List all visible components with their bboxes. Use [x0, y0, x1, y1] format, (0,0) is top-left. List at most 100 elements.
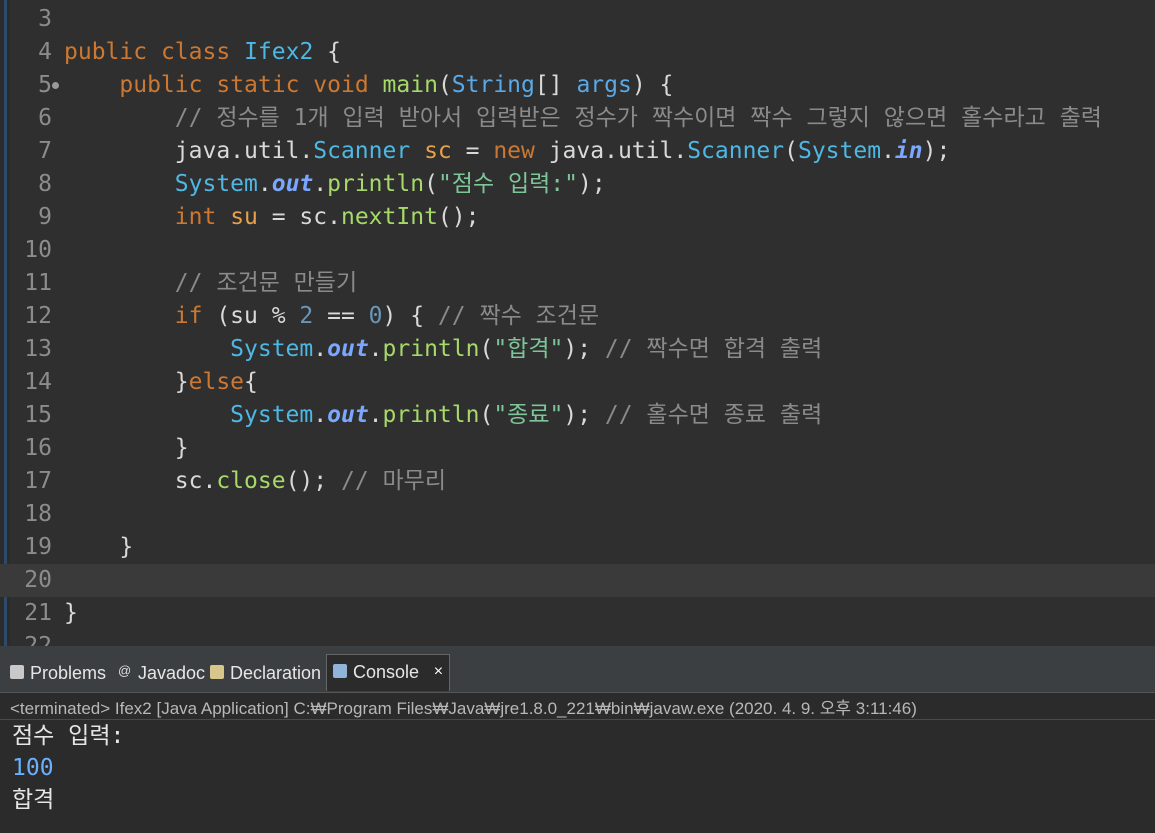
code-line-7[interactable]: 7 java.util.Scanner sc = new java.util.S…: [0, 135, 1155, 168]
method-name: println: [382, 402, 480, 428]
code-line-10[interactable]: 10: [0, 234, 1155, 267]
code-editor[interactable]: 3 public class Ifex2 { 4 5 public static…: [0, 0, 1155, 646]
paren: ();: [437, 204, 480, 230]
keyword: int: [174, 204, 217, 230]
paren: ) {: [631, 72, 674, 98]
comment: // 마무리: [340, 468, 446, 494]
line-number: 5: [38, 72, 52, 98]
brace: {: [244, 369, 258, 395]
keyword: void: [313, 72, 369, 98]
dot: .: [368, 336, 383, 362]
code-line-15[interactable]: 15 System.out.println("종료"); // 홀수면 종료 출…: [0, 399, 1155, 432]
method-name: println: [327, 171, 425, 197]
line-number: 19: [24, 534, 52, 560]
code-line-22[interactable]: 22: [0, 630, 1155, 646]
brackets: []: [534, 72, 577, 98]
comment: // 짝수면 합격 출력: [604, 336, 823, 362]
console-status: <terminated> Ifex2 [Java Application] C:…: [10, 699, 917, 718]
comment: // 홀수면 종료 출력: [604, 402, 823, 428]
javadoc-icon: @: [118, 663, 132, 678]
paren: (: [424, 171, 438, 197]
class-name: System: [230, 402, 314, 428]
tab-problems[interactable]: Problems: [4, 656, 114, 690]
line-number: 8: [38, 171, 52, 197]
code-line-5[interactable]: 5 public static void main(String[] args)…: [0, 69, 1155, 102]
tab-label: Console: [353, 662, 420, 682]
line-number: 21: [24, 600, 52, 626]
paren: );: [577, 171, 606, 197]
code-line-20-current[interactable]: 20: [0, 564, 1155, 597]
line-number: 18: [24, 501, 52, 527]
fold-marker-icon[interactable]: [52, 82, 59, 89]
static-field: out: [271, 171, 314, 197]
string-literal: "종료": [493, 402, 564, 428]
comment: // 조건문 만들기: [174, 270, 358, 296]
variable: su: [230, 204, 258, 230]
keyword: else: [188, 369, 245, 395]
dot: .: [881, 138, 895, 164]
code-line-19[interactable]: 19 }: [0, 531, 1155, 564]
method-name: nextInt: [340, 204, 438, 230]
code-line-3[interactable]: 3 public class Ifex2 {: [0, 3, 1155, 65]
code-line-13[interactable]: 13 System.out.println("합격"); // 짝수면 합격 출…: [0, 333, 1155, 366]
paren: (: [479, 336, 494, 362]
variable: sc.: [174, 468, 217, 494]
code-line-12[interactable]: 12 if (su % 2 == 0) { // 짝수 조건문: [0, 300, 1155, 333]
line-number: 11: [24, 270, 52, 296]
line-number: 3: [38, 6, 52, 32]
class-name: System: [230, 336, 314, 362]
paren: (: [784, 138, 798, 164]
console-icon: [333, 664, 347, 678]
number-literal: 0: [368, 303, 383, 329]
brace: }: [174, 435, 189, 461]
tab-declaration[interactable]: Declaration: [204, 656, 329, 690]
paren: (: [479, 402, 494, 428]
type-name: String: [451, 72, 535, 98]
keyword: static: [216, 72, 300, 98]
console-output-line: 합격: [12, 787, 55, 813]
paren: );: [563, 402, 605, 428]
code-line-9[interactable]: 9 int su = sc.nextInt();: [0, 201, 1155, 234]
dot: .: [313, 171, 328, 197]
code-line-17[interactable]: 17 sc.close(); // 마무리: [0, 465, 1155, 498]
tab-javadoc[interactable]: @ Javadoc: [112, 656, 213, 690]
method-name: main: [382, 72, 438, 98]
close-icon[interactable]: ×: [434, 655, 443, 689]
line-number: 16: [24, 435, 52, 461]
package: java.util.: [534, 138, 688, 164]
comment: // 정수를 1개 입력 받아서 입력받은 정수가 짝수이면 짝수 그렇지 않으…: [174, 105, 1102, 131]
operator: = sc.: [257, 204, 341, 230]
string-literal: "합격": [493, 336, 564, 362]
tab-label: Problems: [30, 663, 107, 683]
tab-label: Declaration: [230, 663, 322, 683]
param-name: args: [576, 72, 632, 98]
code-line-14[interactable]: 14 }else{: [0, 366, 1155, 399]
line-number: 22: [24, 633, 52, 646]
brace: }: [64, 600, 78, 626]
dot: .: [257, 171, 272, 197]
code-line-6[interactable]: 6 // 정수를 1개 입력 받아서 입력받은 정수가 짝수이면 짝수 그렇지 …: [0, 102, 1155, 135]
number-literal: 2: [299, 303, 314, 329]
operator: =: [451, 138, 494, 164]
keyword: public: [119, 72, 203, 98]
code-line-16[interactable]: 16 }: [0, 432, 1155, 465]
panel-tabbar: Problems @ Javadoc Declaration Console ×: [0, 646, 1155, 693]
line-number: 20: [24, 567, 52, 593]
code-line-21[interactable]: 21 }: [0, 597, 1155, 630]
paren: );: [922, 138, 951, 164]
class-name: Scanner: [313, 138, 411, 164]
code-line-11[interactable]: 11 // 조건문 만들기: [0, 267, 1155, 300]
line-number: 17: [24, 468, 52, 494]
code-line-4[interactable]: 4: [0, 36, 1155, 69]
variable: sc: [424, 138, 452, 164]
code-line-8[interactable]: 8 System.out.println("점수 입력:");: [0, 168, 1155, 201]
paren: (: [437, 72, 452, 98]
line-number: 12: [24, 303, 52, 329]
declaration-icon: [210, 665, 224, 679]
tab-console[interactable]: Console ×: [326, 654, 451, 691]
console-output-line: 점수 입력:: [12, 723, 125, 749]
comment: // 짝수 조건문: [437, 303, 600, 329]
brace: }: [174, 369, 189, 395]
code-line-18[interactable]: 18: [0, 498, 1155, 531]
string-literal: "점수 입력:": [437, 171, 578, 197]
